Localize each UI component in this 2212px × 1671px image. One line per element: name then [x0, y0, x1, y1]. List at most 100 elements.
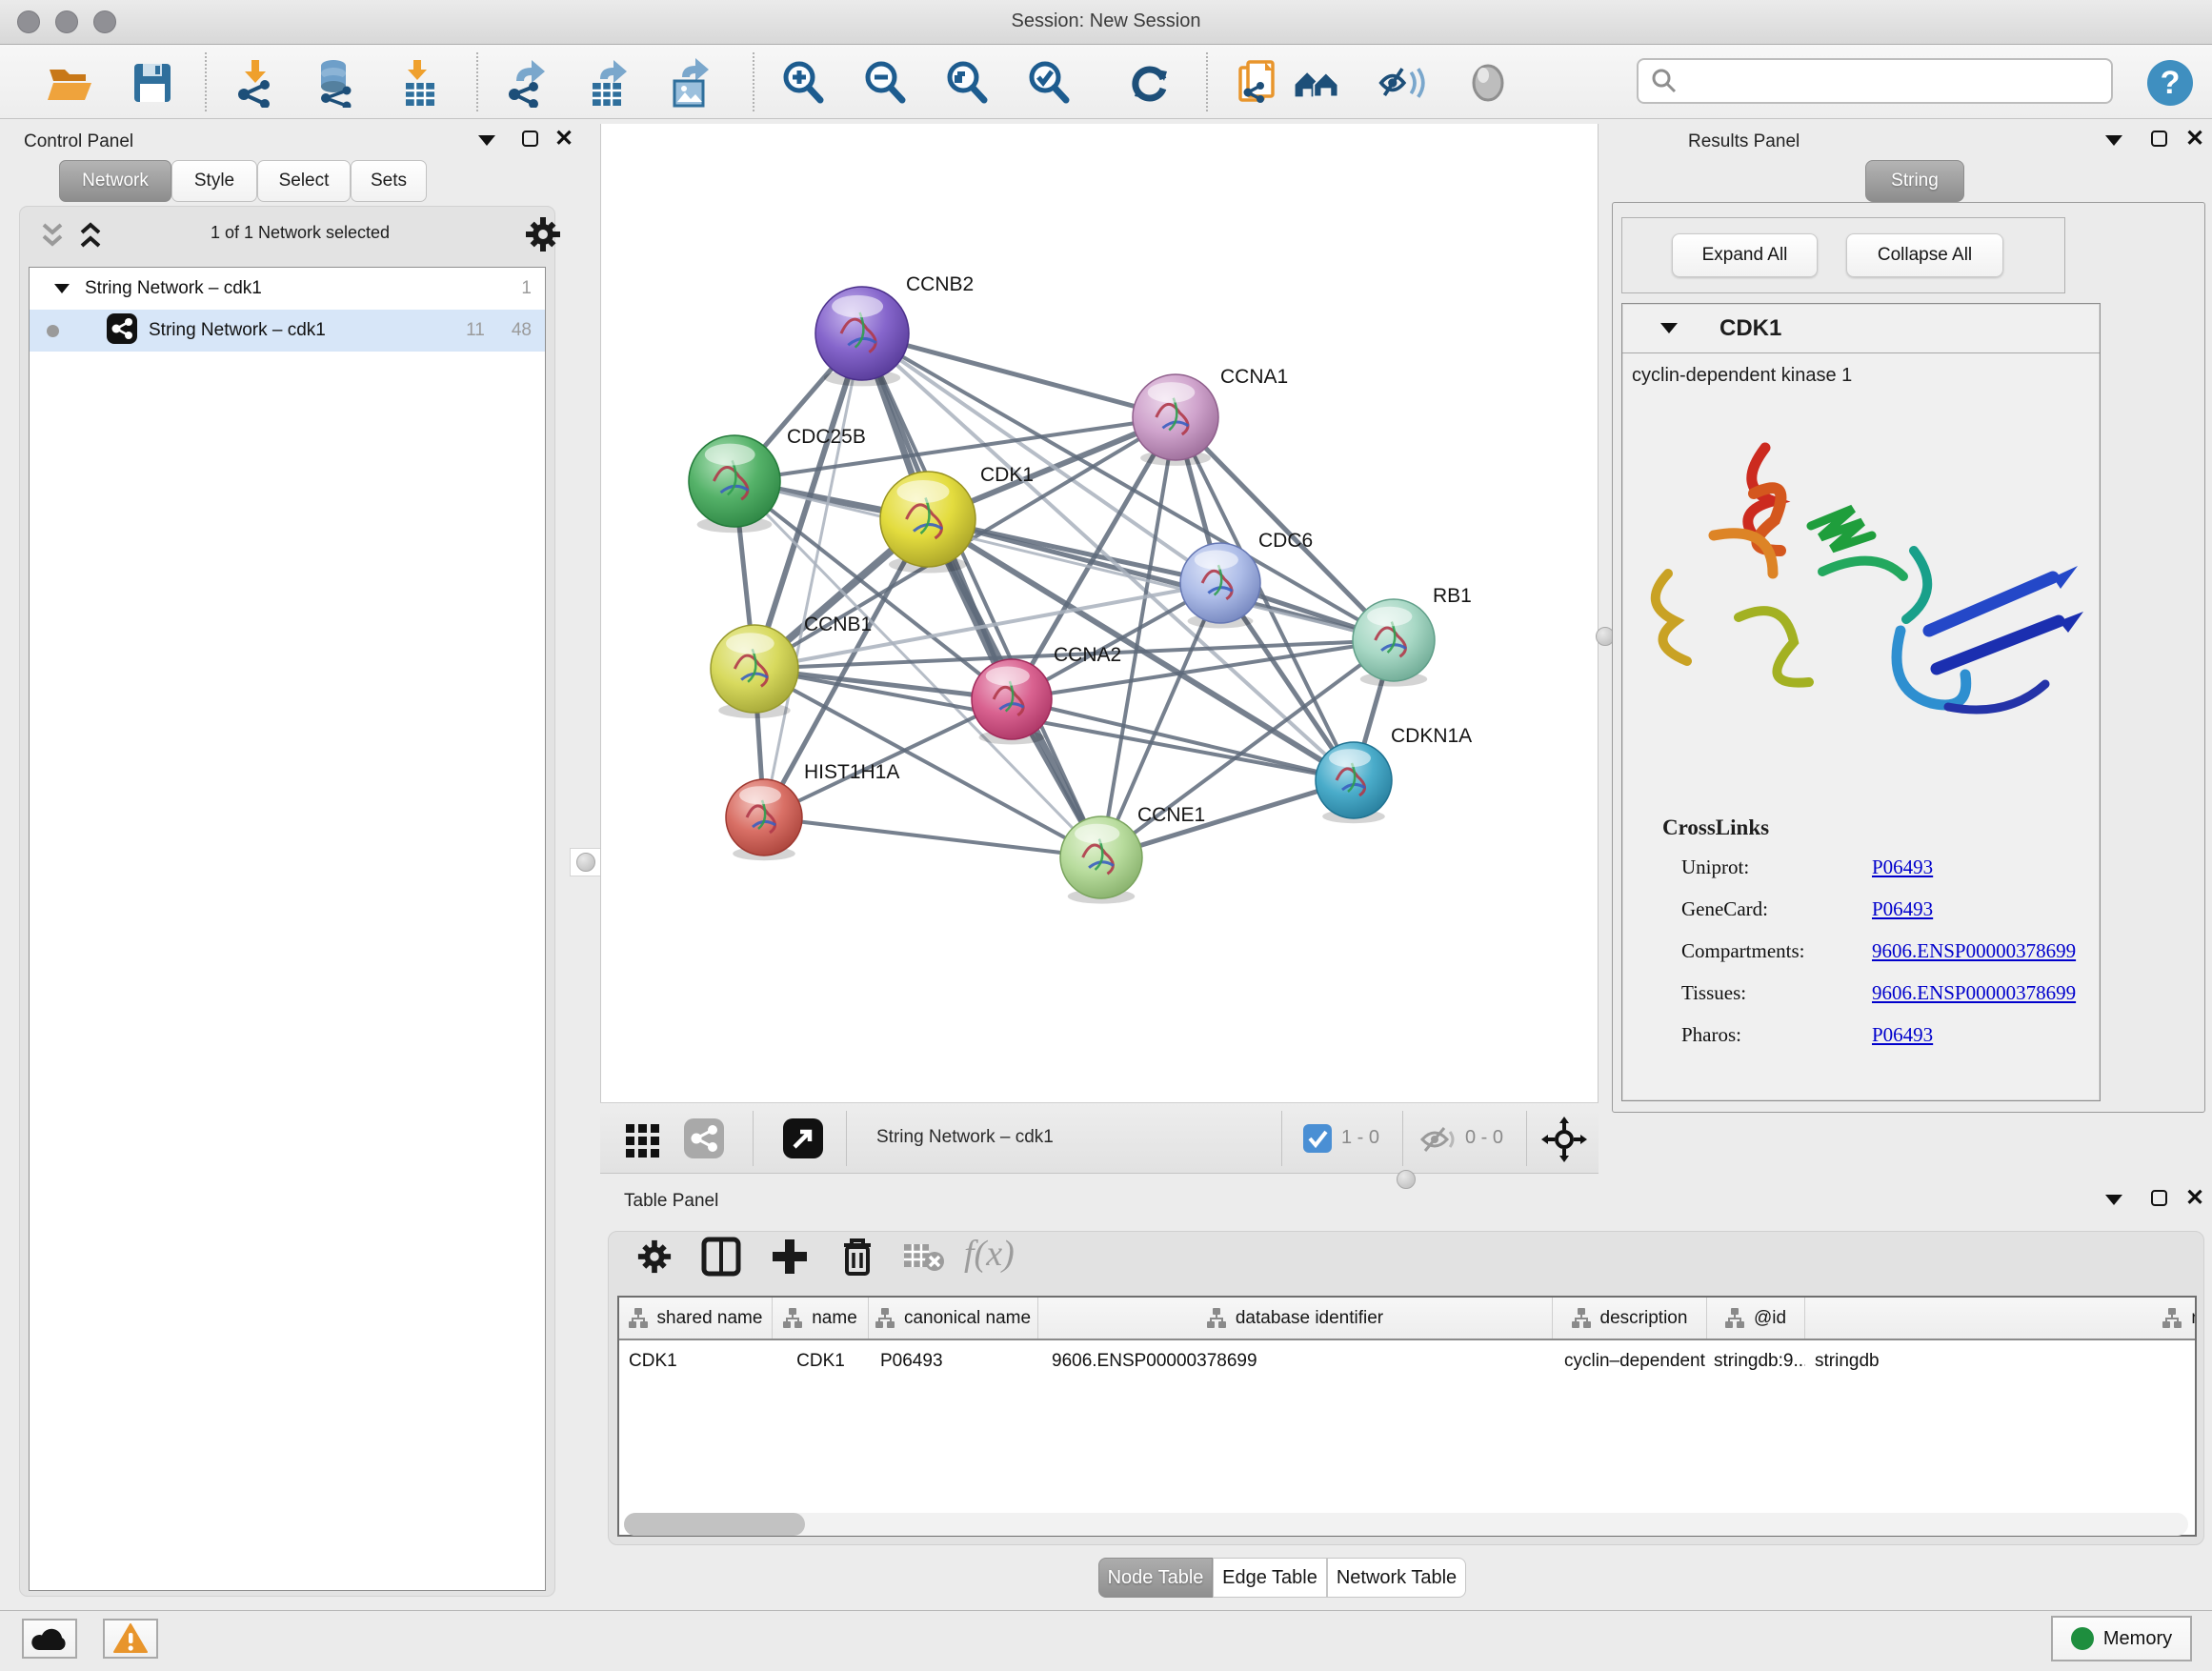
hidden-eye-slash-icon[interactable] [1419, 1124, 1458, 1159]
expand-all-icon[interactable] [74, 219, 107, 256]
network-node-HIST1H1A[interactable]: HIST1H1A [726, 761, 899, 860]
column-header-name[interactable]: name [773, 1298, 869, 1339]
tab-style[interactable]: Style [171, 160, 257, 202]
table-row[interactable]: CDK1CDK1P064939606.ENSP00000378699cyclin… [619, 1340, 2195, 1382]
zoom-in-icon[interactable] [779, 58, 829, 108]
table-cell[interactable]: stringdb:9... [1707, 1351, 1805, 1372]
control-panel-menu-icon[interactable] [478, 135, 495, 146]
table-cell[interactable]: cyclin–dependent ... [1553, 1351, 1707, 1372]
crosslink-link[interactable]: 9606.ENSP00000378699 [1872, 981, 2076, 1005]
scrollbar-thumb[interactable] [624, 1513, 805, 1536]
expand-all-button[interactable]: Expand All [1672, 233, 1818, 277]
network-edge[interactable] [1012, 699, 1354, 780]
table-cell[interactable]: P06493 [869, 1351, 1038, 1372]
column-header-canonical-name[interactable]: canonical name [869, 1298, 1038, 1339]
hide-eye-icon[interactable] [1377, 58, 1427, 108]
collapse-all-icon[interactable] [36, 219, 69, 256]
network-canvas[interactable]: CCNB2CCNA1CDC25BCDK1CDC6RB1CCNB1CCNA2CDK… [600, 124, 1599, 1102]
right-splitter[interactable] [1599, 124, 1612, 1181]
home-icon[interactable] [1292, 58, 1341, 108]
collapse-all-button[interactable]: Collapse All [1846, 233, 2003, 277]
crosslink-link[interactable]: P06493 [1872, 1023, 1933, 1047]
help-icon[interactable]: ? [2145, 58, 2195, 108]
table-options-gear-icon[interactable] [636, 1238, 673, 1279]
network-tree-root-row[interactable]: String Network – cdk1 1 [30, 268, 545, 310]
network-view-title: String Network – cdk1 [876, 1127, 1054, 1148]
network-edge[interactable] [764, 699, 1012, 817]
search-input[interactable] [1637, 58, 2113, 104]
selected-checkbox-icon[interactable] [1303, 1124, 1332, 1158]
crosslink-link[interactable]: P06493 [1872, 856, 1933, 879]
add-column-icon[interactable] [770, 1237, 810, 1281]
network-node-CDK1[interactable]: CDK1 [880, 464, 1034, 574]
table-cell[interactable]: stringdb [1805, 1351, 2197, 1372]
column-header--id[interactable]: @id [1707, 1298, 1805, 1339]
control-panel-close-icon[interactable]: ✕ [554, 131, 573, 147]
crosslink-link[interactable]: P06493 [1872, 897, 1933, 921]
clear-table-icon[interactable] [903, 1242, 945, 1278]
import-table-from-file-icon[interactable] [396, 58, 446, 108]
memory-button[interactable]: Memory [2051, 1616, 2192, 1661]
results-panel-title: Results Panel [1688, 131, 1800, 152]
delete-column-icon[interactable] [838, 1236, 876, 1282]
network-node-RB1[interactable]: RB1 [1353, 585, 1472, 687]
table-cell[interactable]: CDK1 [619, 1351, 773, 1372]
save-session-icon[interactable] [128, 58, 177, 108]
tab-node-table[interactable]: Node Table [1098, 1558, 1213, 1598]
tab-string-results[interactable]: String [1865, 160, 1964, 202]
section-collapse-icon[interactable] [1660, 323, 1678, 333]
zoom-fit-icon[interactable] [943, 58, 993, 108]
control-panel-float-icon[interactable] [522, 131, 538, 147]
network-node-CCNB2[interactable]: CCNB2 [815, 273, 974, 386]
export-table-icon[interactable] [585, 58, 634, 108]
warning-button[interactable] [103, 1619, 158, 1659]
network-selection-status: 1 of 1 Network selected [124, 223, 476, 243]
string-network-graph[interactable]: CCNB2CCNA1CDC25BCDK1CDC6RB1CCNB1CCNA2CDK… [601, 124, 1598, 1100]
table-panel-close-icon[interactable]: ✕ [2185, 1190, 2204, 1206]
tab-network[interactable]: Network [59, 160, 171, 202]
column-header-database-identifier[interactable]: database identifier [1038, 1298, 1553, 1339]
eye-disabled-icon[interactable] [1463, 58, 1513, 108]
column-header-shared-name[interactable]: shared name [619, 1298, 773, 1339]
string-view-icon[interactable] [684, 1118, 724, 1163]
tab-network-table[interactable]: Network Table [1327, 1558, 1466, 1598]
table-cell[interactable]: CDK1 [773, 1351, 869, 1372]
import-network-from-database-icon[interactable] [311, 58, 360, 108]
crosslink-link[interactable]: 9606.ENSP00000378699 [1872, 939, 2076, 963]
zoom-selected-icon[interactable] [1025, 58, 1075, 108]
split-table-view-icon[interactable] [701, 1237, 741, 1281]
network-tree-row-selected[interactable]: String Network – cdk1 11 48 [30, 310, 545, 352]
open-view-icon[interactable] [783, 1118, 823, 1163]
results-panel-menu-icon[interactable] [2105, 135, 2122, 146]
refresh-view-icon[interactable] [1125, 58, 1175, 108]
tab-sets[interactable]: Sets [351, 160, 427, 202]
pan-crosshair-icon[interactable] [1541, 1117, 1587, 1167]
table-cell[interactable]: 9606.ENSP00000378699 [1038, 1351, 1553, 1372]
column-header-namespace[interactable]: namespace [1805, 1298, 2197, 1339]
network-edge[interactable] [764, 817, 1101, 857]
column-header-description[interactable]: description [1553, 1298, 1707, 1339]
left-splitter-handle[interactable] [570, 848, 602, 876]
results-panel-float-icon[interactable] [2151, 131, 2167, 147]
tree-collapse-icon[interactable] [54, 284, 70, 293]
network-node-CDKN1A[interactable]: CDKN1A [1316, 725, 1472, 823]
table-panel-menu-icon[interactable] [2105, 1195, 2122, 1205]
cloud-button[interactable] [22, 1619, 77, 1659]
show-grid-icon[interactable] [624, 1120, 662, 1163]
table-horizontal-scrollbar[interactable] [624, 1513, 2188, 1536]
cdk1-section-header[interactable]: CDK1 [1622, 304, 2100, 353]
export-image-icon[interactable] [667, 58, 716, 108]
tab-edge-table[interactable]: Edge Table [1213, 1558, 1327, 1598]
function-builder-icon[interactable]: f(x) [964, 1233, 1015, 1275]
export-network-icon[interactable] [503, 58, 553, 108]
tab-select[interactable]: Select [257, 160, 351, 202]
zoom-out-icon[interactable] [861, 58, 911, 108]
left-splitter[interactable] [573, 124, 600, 1610]
table-panel-float-icon[interactable] [2151, 1190, 2167, 1206]
results-panel-close-icon[interactable]: ✕ [2185, 131, 2204, 147]
import-network-from-file-icon[interactable] [231, 58, 280, 108]
open-session-icon[interactable] [46, 58, 95, 108]
network-edge[interactable] [764, 333, 862, 817]
network-options-gear-icon[interactable] [524, 215, 562, 258]
share-document-icon[interactable] [1235, 58, 1284, 108]
